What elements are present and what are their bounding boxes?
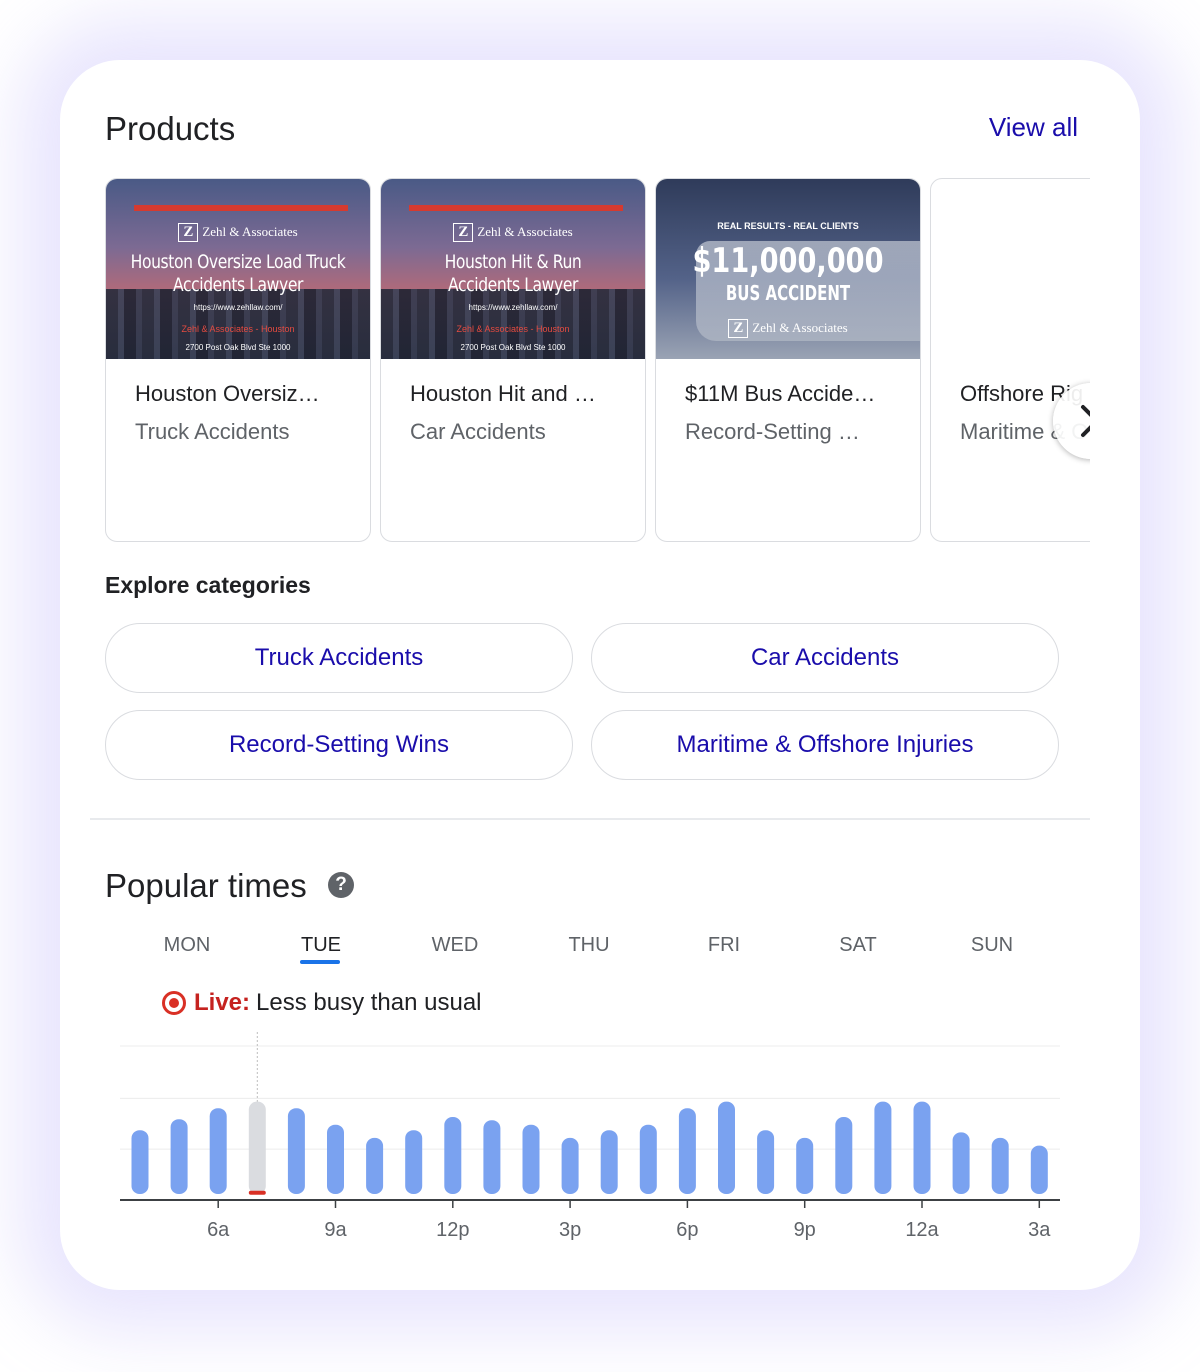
chevron-right-icon xyxy=(1081,405,1090,437)
x-tick-label-9a: 9a xyxy=(324,1219,347,1241)
live-status: Live: Less busy than usual xyxy=(162,989,482,1017)
image-headline: Houston Oversize Load Truck Accidents Law… xyxy=(130,251,346,296)
day-tab-mon[interactable]: MON xyxy=(164,934,211,957)
popular-times-chart: 6a 9a 12p 3p 6p 9p 12a 3a xyxy=(120,1032,1060,1241)
day-tab-thu[interactable]: THU xyxy=(568,934,609,957)
hour-bar-5a xyxy=(170,1119,188,1194)
product-image: Z Zehl & Associates Houston Hit & Run Acci… xyxy=(381,179,645,359)
hour-bar-7a xyxy=(248,1101,266,1194)
products-carousel: Z Zehl & Associates Houston Oversize Load… xyxy=(105,178,1090,544)
image-firm: Zehl & Associates - Houston xyxy=(181,324,295,334)
x-tick-label-9p: 9p xyxy=(794,1219,816,1241)
section-divider xyxy=(90,818,1090,820)
hour-bar-7p xyxy=(718,1101,735,1194)
question-circle-icon[interactable]: ? xyxy=(328,872,354,898)
day-tab-fri[interactable]: FRI xyxy=(708,934,740,957)
hour-bar-11p xyxy=(874,1101,892,1194)
hour-bar-1a xyxy=(952,1132,970,1194)
popular-times-title: Popular times xyxy=(105,867,307,904)
firm-logo: Z Zehl & Associates xyxy=(656,319,920,338)
hour-bar-9p xyxy=(796,1137,814,1194)
category-chip-car-accidents[interactable]: Car Accidents xyxy=(591,623,1059,693)
live-icon xyxy=(162,991,186,1015)
product-category: Truck Accidents xyxy=(135,419,290,444)
live-label: Live: xyxy=(194,989,251,1016)
category-chip-maritime-offshore[interactable]: Maritime & Offshore Injuries xyxy=(591,710,1059,780)
x-tick-label-6a: 6a xyxy=(207,1219,230,1241)
day-tab-wed[interactable]: WED xyxy=(432,934,479,957)
hour-bar-8a xyxy=(287,1108,305,1194)
hour-bar-11a xyxy=(405,1130,423,1194)
hour-bar-5p xyxy=(639,1124,657,1194)
hour-bar-4p xyxy=(600,1130,618,1194)
product-card[interactable]: Z Zehl & Associates Houston Oversize Load… xyxy=(105,178,371,542)
hour-bar-9a xyxy=(327,1124,344,1194)
live-level-bar xyxy=(248,1190,266,1195)
product-category: Car Accidents xyxy=(410,419,546,444)
hour-bar-8p xyxy=(757,1130,775,1194)
hour-bar-10a xyxy=(366,1137,384,1194)
product-category: Record-Setting … xyxy=(685,419,860,444)
view-all-link[interactable]: View all xyxy=(989,112,1078,143)
product-card[interactable]: Z Zehl & Associates Houston Hit & Run Acci… xyxy=(380,178,646,542)
live-text: Less busy than usual xyxy=(256,989,482,1016)
image-amount: $11,000,000 xyxy=(692,241,884,281)
hour-bar-4a xyxy=(131,1130,149,1194)
products-header: Products View all xyxy=(105,110,1078,150)
hour-bar-12a xyxy=(913,1101,931,1194)
business-profile-card: Products View all Z Zehl & Associates Hou… xyxy=(90,92,1090,1262)
hour-bar-1p xyxy=(483,1120,501,1194)
product-image: REAL RESULTS - REAL CLIENTS $11,000,000 … xyxy=(656,179,920,359)
category-chip-record-setting-wins[interactable]: Record-Setting Wins xyxy=(105,710,573,780)
x-tick-label-3a: 3a xyxy=(1028,1219,1051,1241)
product-title: Houston Hit and … xyxy=(410,381,596,406)
image-accent-bar xyxy=(134,205,348,211)
hour-bar-6a xyxy=(209,1108,227,1194)
hour-bar-12p xyxy=(444,1117,462,1194)
image-address: 2700 Post Oak Blvd Ste 1000 xyxy=(460,343,566,352)
category-chip-truck-accidents[interactable]: Truck Accidents xyxy=(105,623,573,693)
firm-logo: Z Zehl & Associates xyxy=(106,223,370,242)
hour-bar-3a xyxy=(1030,1145,1048,1194)
x-tick-label-6p: 6p xyxy=(676,1219,698,1241)
image-address: 2700 Post Oak Blvd Ste 1000 xyxy=(185,343,291,352)
day-tab-sat[interactable]: SAT xyxy=(839,934,876,957)
product-title: Houston Oversiz… xyxy=(135,381,320,406)
day-tab-sun[interactable]: SUN xyxy=(971,934,1013,957)
x-tick-label-3p: 3p xyxy=(559,1219,581,1241)
x-tick-label-12p: 12p xyxy=(436,1219,469,1241)
day-tab-tue[interactable]: TUE xyxy=(301,934,341,957)
product-image: Z Zehl & Associates Houston Oversize Load… xyxy=(106,179,370,359)
product-card[interactable]: Offshore Rig Maritime & O xyxy=(930,178,1090,542)
x-tick-label-12a: 12a xyxy=(905,1219,939,1241)
image-headline: Houston Hit & Run Accidents Lawyer xyxy=(444,251,582,296)
product-title: $11M Bus Accide… xyxy=(685,381,876,406)
image-firm: Zehl & Associates - Houston xyxy=(456,324,570,334)
image-tagline: REAL RESULTS - REAL CLIENTS xyxy=(717,221,859,231)
image-subtitle: BUS ACCIDENT xyxy=(725,281,851,305)
explore-categories-title: Explore categories xyxy=(105,572,311,598)
image-url: https://www.zehllaw.com/ xyxy=(468,303,558,312)
hour-bar-2a xyxy=(991,1137,1009,1194)
hour-bar-3p xyxy=(561,1137,579,1194)
products-title: Products xyxy=(105,110,236,147)
product-card[interactable]: REAL RESULTS - REAL CLIENTS $11,000,000 … xyxy=(655,178,921,542)
hour-bar-6p xyxy=(678,1108,696,1194)
hour-bar-10p xyxy=(835,1117,853,1194)
image-url: https://www.zehllaw.com/ xyxy=(193,303,283,312)
firm-logo: Z Zehl & Associates xyxy=(381,223,645,242)
hour-bar-2p xyxy=(522,1124,540,1194)
selected-day-indicator xyxy=(300,960,340,964)
image-accent-bar xyxy=(409,205,623,211)
